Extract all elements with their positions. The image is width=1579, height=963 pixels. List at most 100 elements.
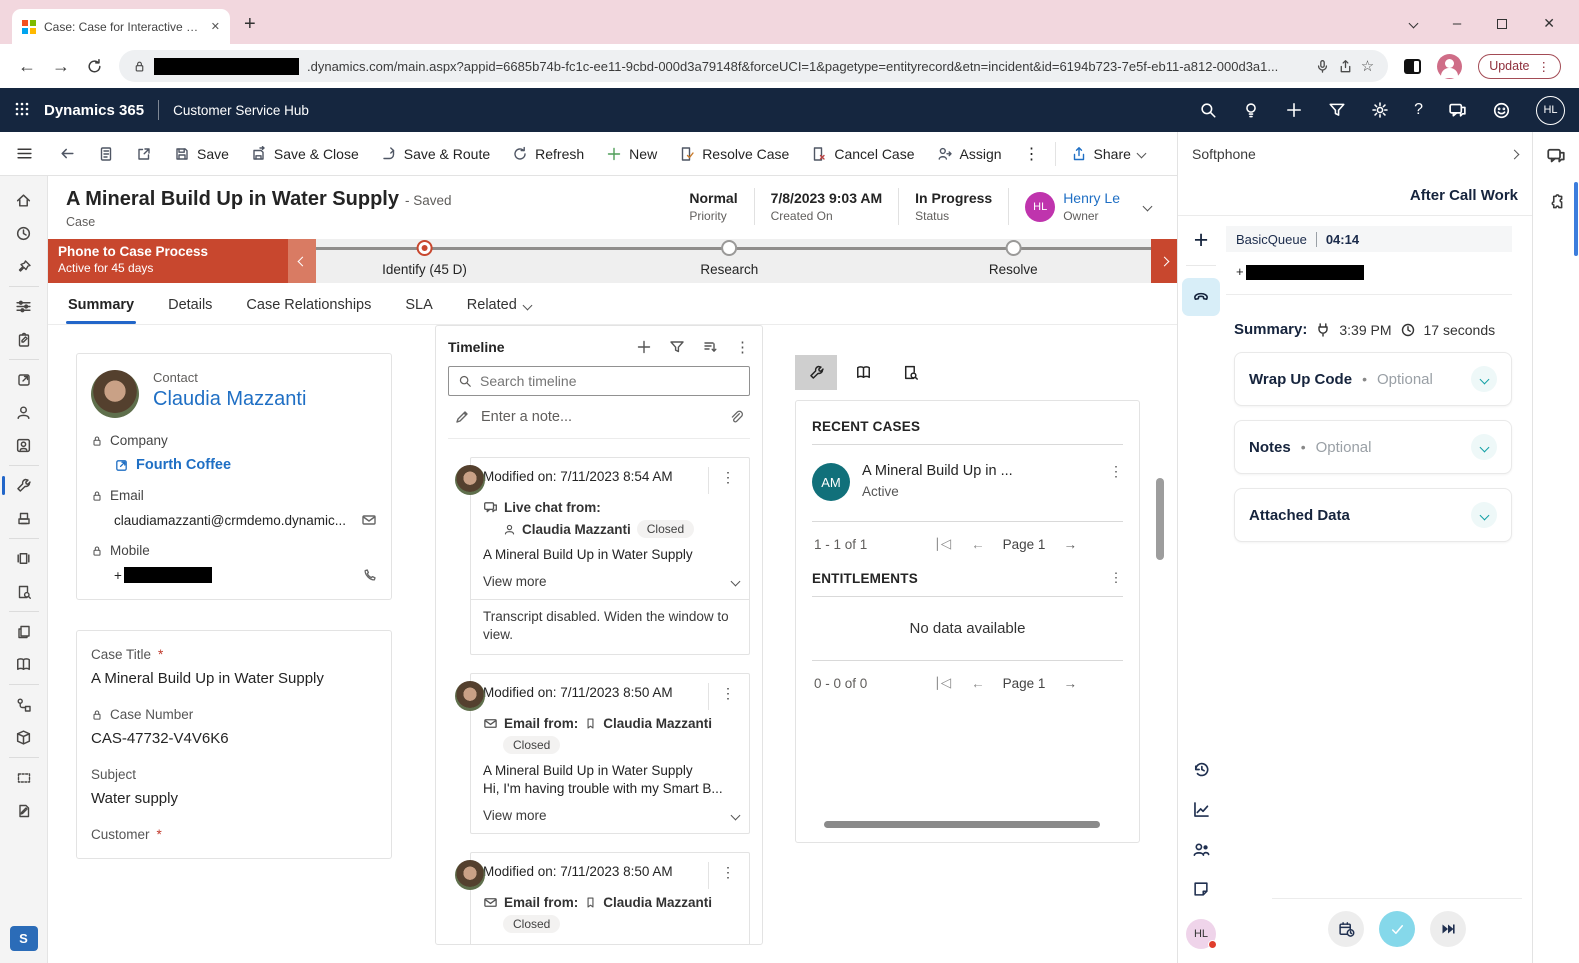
call-session-tab-phone-icon[interactable] xyxy=(1182,278,1220,316)
send-email-icon[interactable] xyxy=(361,512,377,528)
owner-link[interactable]: Henry Le xyxy=(1063,190,1120,206)
mobile-value-row[interactable]: + xyxy=(114,567,377,583)
subject-value[interactable]: Water supply xyxy=(91,790,377,807)
refresh-button[interactable]: Refresh xyxy=(501,132,595,175)
new-tab-button[interactable]: + xyxy=(244,13,256,36)
waffle-icon[interactable] xyxy=(14,101,30,120)
user-avatar[interactable]: HL xyxy=(1536,96,1565,125)
next-page-icon[interactable]: → xyxy=(1063,537,1077,552)
timeline-search-box[interactable] xyxy=(448,366,750,396)
browser-update-button[interactable]: Update ⋮ xyxy=(1478,54,1561,79)
expand-chevron-icon[interactable] xyxy=(1471,502,1497,528)
app-switcher-badge[interactable]: S xyxy=(10,926,38,951)
vertical-scrollbar-thumb[interactable] xyxy=(1156,478,1164,560)
entry-more-icon[interactable]: ⋮ xyxy=(708,467,739,494)
window-close-icon[interactable]: ✕ xyxy=(1543,15,1555,32)
gear-icon[interactable] xyxy=(1371,101,1389,119)
overflow-menu-icon[interactable]: ⋮ xyxy=(1013,132,1051,175)
timeline-add-icon[interactable] xyxy=(636,339,652,355)
tool-tab-knowledge-book-icon[interactable] xyxy=(842,355,884,390)
nav-activities-icon[interactable] xyxy=(0,323,48,356)
nav-pinned-icon[interactable] xyxy=(0,250,48,283)
nav-drafts-icon[interactable] xyxy=(0,794,48,827)
browser-forward-icon[interactable]: → xyxy=(52,56,70,77)
url-omnibox[interactable]: .dynamics.com/main.aspx?appid=6685b74b-f… xyxy=(119,50,1388,82)
notes-sticky-icon[interactable] xyxy=(1192,880,1210,898)
window-maximize-icon[interactable] xyxy=(1497,19,1507,29)
share-page-icon[interactable] xyxy=(1338,59,1353,74)
nav-cases-icon[interactable] xyxy=(0,469,48,502)
skip-acw-button[interactable] xyxy=(1430,911,1466,947)
form-selector-icon[interactable] xyxy=(87,132,125,175)
save-button[interactable]: Save xyxy=(163,132,240,175)
timeline-search-input[interactable] xyxy=(480,373,740,389)
notes-section[interactable]: Notes • Optional xyxy=(1234,420,1512,474)
horizontal-scrollbar-thumb[interactable] xyxy=(824,821,1100,828)
bpf-process-box[interactable]: Phone to Case Process Active for 45 days xyxy=(48,239,288,283)
first-page-icon[interactable]: ∣◁ xyxy=(934,675,951,691)
filter-icon[interactable] xyxy=(1328,101,1346,119)
smiley-icon[interactable] xyxy=(1492,101,1511,120)
new-button[interactable]: New xyxy=(595,132,668,175)
header-expand-chevron-icon[interactable] xyxy=(1143,202,1153,212)
expand-chevron-icon[interactable] xyxy=(1471,366,1497,392)
nav-mailboxes-icon[interactable] xyxy=(0,761,48,794)
bpf-stage-identify[interactable]: Identify (45 D) xyxy=(382,240,467,277)
plus-icon[interactable] xyxy=(1285,101,1303,119)
nav-queues-icon[interactable] xyxy=(0,502,48,535)
timeline-entry[interactable]: Modified on: 7/11/2023 8:50 AM ⋮ Email f… xyxy=(470,852,750,945)
sitemap-toggle-icon[interactable] xyxy=(0,145,48,162)
nav-social-profiles-icon[interactable] xyxy=(0,429,48,462)
nav-home-icon[interactable] xyxy=(0,184,48,217)
bpf-scroll-right-icon[interactable] xyxy=(1151,239,1177,283)
save-route-button[interactable]: Save & Route xyxy=(370,132,501,175)
tool-tab-knowledge-search-icon[interactable] xyxy=(889,355,931,390)
teams-chat-icon[interactable] xyxy=(1546,146,1566,166)
app-name[interactable]: Customer Service Hub xyxy=(173,103,309,118)
chat-icon[interactable] xyxy=(1448,101,1467,120)
complete-acw-check-button[interactable] xyxy=(1379,911,1415,947)
tab-sla[interactable]: SLA xyxy=(403,293,434,324)
timeline-filter-icon[interactable] xyxy=(669,339,685,355)
nav-products-icon[interactable] xyxy=(0,721,48,754)
nav-flows-icon[interactable] xyxy=(0,688,48,721)
assign-button[interactable]: Assign xyxy=(926,132,1013,175)
window-minimize-icon[interactable]: – xyxy=(1453,15,1461,32)
window-menu-chevron-icon[interactable] xyxy=(1408,19,1418,29)
browser-back-icon[interactable]: ← xyxy=(18,56,36,77)
nav-knowledge-carousel-icon[interactable] xyxy=(0,542,48,575)
save-close-button[interactable]: Save & Close xyxy=(240,132,370,175)
bpf-stage-research[interactable]: Research xyxy=(700,240,758,277)
nav-kb-book-icon[interactable] xyxy=(0,648,48,681)
bpf-stage-resolve[interactable]: Resolve xyxy=(989,240,1038,277)
email-value-row[interactable]: claudiamazzanti@crmdemo.dynamic... xyxy=(114,512,377,528)
collapse-panel-chevron-icon[interactable] xyxy=(1510,149,1520,159)
resolve-case-button[interactable]: Resolve Case xyxy=(668,132,800,175)
share-button[interactable]: Share xyxy=(1060,132,1156,175)
search-icon[interactable] xyxy=(1199,101,1217,119)
attached-data-section[interactable]: Attached Data xyxy=(1234,488,1512,542)
conversation-history-icon[interactable] xyxy=(1192,760,1211,779)
tab-case-relationships[interactable]: Case Relationships xyxy=(244,293,373,324)
browser-profile-avatar[interactable] xyxy=(1437,54,1462,79)
next-page-icon[interactable]: → xyxy=(1063,676,1077,691)
tab-close-icon[interactable]: ✕ xyxy=(211,20,220,33)
view-more-button[interactable]: View more xyxy=(483,808,739,825)
browser-tab[interactable]: Case: Case for Interactive experie ✕ xyxy=(12,9,230,44)
company-link[interactable]: Fourth Coffee xyxy=(114,457,231,473)
view-more-button[interactable]: View more xyxy=(483,574,739,591)
note-input-row[interactable]: Enter a note... xyxy=(448,396,750,439)
tab-details[interactable]: Details xyxy=(166,293,214,324)
owner-field[interactable]: HL Henry Le Owner xyxy=(1009,190,1130,223)
tab-related[interactable]: Related xyxy=(465,293,533,324)
bpf-scroll-left-icon[interactable] xyxy=(288,239,316,283)
popout-icon[interactable] xyxy=(125,132,163,175)
contact-name-link[interactable]: Claudia Mazzanti xyxy=(153,388,306,411)
plugin-puzzle-icon[interactable] xyxy=(1547,193,1565,211)
prev-page-icon[interactable]: ← xyxy=(971,537,985,552)
cancel-case-button[interactable]: Cancel Case xyxy=(800,132,925,175)
expand-chevron-icon[interactable] xyxy=(1471,434,1497,460)
nav-articles-icon[interactable] xyxy=(0,615,48,648)
new-session-plus-icon[interactable]: + xyxy=(1194,228,1209,253)
timeline-more-icon[interactable]: ⋮ xyxy=(735,338,750,356)
